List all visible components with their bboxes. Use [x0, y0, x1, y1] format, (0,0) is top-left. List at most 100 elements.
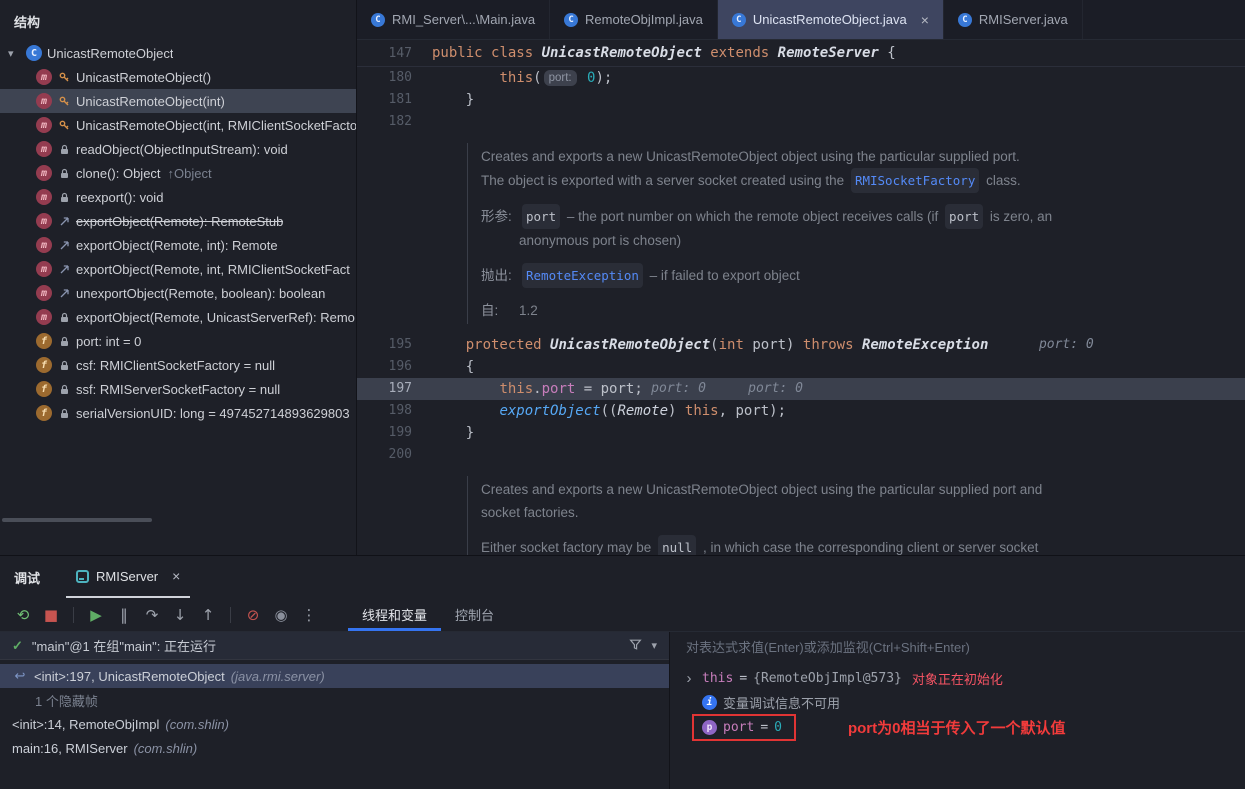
view-tab-threads-variables[interactable]: 线程和变量: [348, 598, 441, 631]
static-arrow-icon: [57, 264, 72, 275]
editor-tab-3[interactable]: C UnicastRemoteObject.java ×: [717, 0, 944, 39]
more-options-icon[interactable]: ⋮: [296, 603, 322, 627]
line-number[interactable]: 147: [357, 40, 432, 66]
line-number[interactable]: 198: [357, 400, 432, 422]
execution-point-line[interactable]: 197 this. port = port; port: 0 port: 0: [357, 378, 1245, 400]
structure-item[interactable]: f port: int = 0: [0, 329, 356, 353]
chevron-down-icon[interactable]: ▾: [651, 639, 657, 652]
code-line[interactable]: 195 protected UnicastRemoteObject(int po…: [357, 334, 1245, 356]
code-line[interactable]: 181 }: [357, 89, 1245, 111]
method-icon: m: [36, 165, 52, 181]
line-number[interactable]: 197: [357, 378, 432, 400]
stack-frame[interactable]: ↩ <init>:197, UnicastRemoteObject (java.rm…: [0, 664, 669, 688]
line-number[interactable]: 200: [357, 444, 432, 466]
code-line[interactable]: 180 this(port: 0);: [357, 67, 1245, 89]
private-lock-icon: [57, 192, 72, 203]
code-line[interactable]: 200: [357, 444, 1245, 466]
object-initializing-status: 对象正在初始化: [911, 671, 1003, 687]
structure-item[interactable]: m unexportObject(Remote, boolean): boolea…: [0, 281, 356, 305]
variable-this[interactable]: › this = {RemoteObjImpl@573} 对象正在初始化: [670, 666, 1245, 690]
structure-item[interactable]: m reexport(): void: [0, 185, 356, 209]
editor-area: C RMI_Server\...\Main.java C RemoteObjImpl.…: [357, 0, 1245, 555]
editor-tab-2[interactable]: C RemoteObjImpl.java: [550, 0, 718, 39]
step-into-icon[interactable]: ↓: [167, 603, 193, 627]
method-static-icon: m: [36, 309, 52, 325]
stop-icon[interactable]: ■: [38, 603, 64, 627]
view-tab-console[interactable]: 控制台: [441, 598, 508, 631]
structure-item[interactable]: m exportObject(Remote): RemoteStub: [0, 209, 356, 233]
structure-root-item[interactable]: ▾ C UnicastRemoteObject: [0, 41, 356, 65]
evaluate-expression-hint[interactable]: 对表达式求值(Enter)或添加监视(Ctrl+Shift+Enter): [670, 632, 1245, 660]
code-token: = port;: [575, 381, 652, 397]
structure-item[interactable]: m readObject(ObjectInputStream): void: [0, 137, 356, 161]
line-number[interactable]: 199: [357, 422, 432, 444]
close-icon[interactable]: ×: [921, 12, 929, 28]
pause-icon[interactable]: ‖: [111, 603, 137, 627]
doc-section-label: 自:: [481, 303, 499, 318]
method-static-icon: m: [36, 213, 52, 229]
mute-breakpoints-icon[interactable]: ⊘: [240, 603, 266, 627]
code-line[interactable]: 199 }: [357, 422, 1245, 444]
method-static-icon: m: [36, 261, 52, 277]
protected-key-icon: [57, 72, 72, 83]
stack-frame[interactable]: <init>:14, RemoteObjImpl (com.shlin): [0, 712, 669, 736]
resume-icon[interactable]: ▶: [83, 603, 109, 627]
thread-selector[interactable]: ✓ "main"@1 在组"main": 正在运行 ▾: [0, 632, 669, 660]
doc-line: 抛出: RemoteException – if failed to export…: [481, 263, 1245, 288]
rerun-icon[interactable]: ⟲: [10, 603, 36, 627]
editor-content[interactable]: 180 this(port: 0); 181 } 182 Creates and ex…: [357, 67, 1245, 555]
line-number[interactable]: 181: [357, 89, 432, 111]
structure-item[interactable]: f ssf: RMIServerSocketFactory = null: [0, 377, 356, 401]
structure-item[interactable]: m exportObject(Remote, UnicastServerRef):…: [0, 305, 356, 329]
horizontal-scrollbar[interactable]: [2, 518, 152, 522]
structure-item[interactable]: f csf: RMIClientSocketFactory = null: [0, 353, 356, 377]
line-number[interactable]: 195: [357, 334, 432, 356]
structure-item[interactable]: f serialVersionUID: long = 49745271489362…: [0, 401, 356, 425]
editor-tab-4[interactable]: C RMIServer.java: [944, 0, 1083, 39]
chevron-down-icon: ▾: [8, 47, 14, 60]
variable-port-row[interactable]: p port = 0 port为0相当于传入了一个默认值: [670, 714, 1245, 741]
stack-frame[interactable]: main:16, RMIServer (com.shlin): [0, 736, 669, 760]
expand-chevron-icon[interactable]: ›: [682, 670, 696, 687]
java-class-icon: C: [731, 12, 746, 27]
structure-item[interactable]: m clone(): Object ↑Object: [0, 161, 356, 185]
code-token: ((: [600, 403, 618, 419]
structure-item[interactable]: m UnicastRemoteObject(int, RMIClientSocke…: [0, 113, 356, 137]
doc-text: 1.2: [519, 303, 538, 318]
code-line[interactable]: 196 {: [357, 356, 1245, 378]
line-number[interactable]: 196: [357, 356, 432, 378]
structure-item-label: UnicastRemoteObject(int): [76, 93, 225, 109]
code-line[interactable]: 198 exportObject((Remote) this, port);: [357, 400, 1245, 422]
hidden-frames-row[interactable]: 1 个隐藏帧: [0, 688, 669, 712]
java-class-icon: C: [371, 12, 385, 27]
editor-tab-1[interactable]: C RMI_Server\...\Main.java: [357, 0, 551, 39]
structure-item[interactable]: m exportObject(Remote, int, RMIClientSock…: [0, 257, 356, 281]
structure-item-label: exportObject(Remote, int): Remote: [76, 237, 278, 253]
doc-text: anonymous port is chosen): [519, 233, 682, 248]
structure-item[interactable]: m exportObject(Remote, int): Remote: [0, 233, 356, 257]
line-number[interactable]: 182: [357, 111, 432, 133]
step-out-icon[interactable]: ↑: [195, 603, 221, 627]
structure-item[interactable]: m UnicastRemoteObject(int): [0, 89, 356, 113]
structure-item-label: readObject(ObjectInputStream): void: [76, 141, 288, 157]
javadoc-rendered-block: Creates and exports a new UnicastRemoteO…: [467, 476, 1245, 555]
close-icon[interactable]: ×: [172, 568, 180, 584]
tab-label: RemoteObjImpl.java: [585, 12, 703, 27]
debug-tab-rmiserver[interactable]: RMIServer ×: [66, 556, 191, 598]
code-line[interactable]: 182: [357, 111, 1245, 133]
filter-icon[interactable]: [629, 638, 643, 654]
debug-toolbar-row: ⟲ ■ ▶ ‖ ↷ ↓ ↑ ⊘ ◉ ⋮ 线程和变量 控制台: [0, 598, 1245, 632]
structure-item[interactable]: m UnicastRemoteObject(): [0, 65, 356, 89]
tab-label: RMIServer.java: [978, 12, 1068, 27]
step-over-icon[interactable]: ↷: [139, 603, 165, 627]
debug-tab-label: RMIServer: [96, 568, 159, 584]
line-number[interactable]: 180: [357, 67, 432, 89]
debug-info-message[interactable]: i 变量调试信息不可用: [670, 690, 1245, 714]
view-breakpoints-icon[interactable]: ◉: [268, 603, 294, 627]
code-line[interactable]: 147 public class UnicastRemoteObject exte…: [357, 40, 1245, 67]
